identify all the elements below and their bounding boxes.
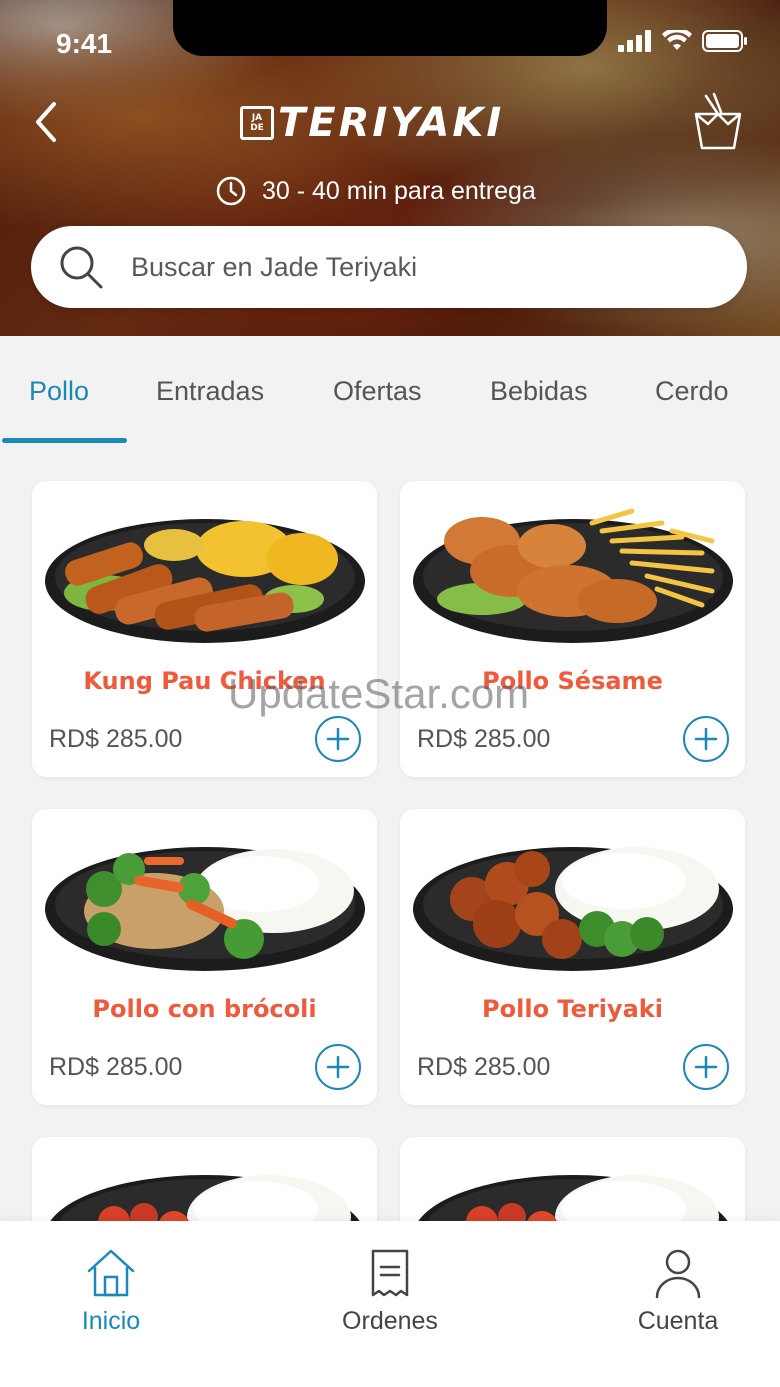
eta-text: 30 - 40 min para entrega — [262, 176, 536, 205]
product-price: RD$ 285.00 — [417, 725, 551, 753]
home-icon — [87, 1249, 135, 1297]
logo-mark: JA DE — [240, 106, 274, 140]
user-icon — [655, 1249, 701, 1299]
add-to-cart-button[interactable] — [315, 1044, 361, 1090]
plus-icon — [326, 727, 350, 751]
clock-icon — [216, 176, 246, 206]
add-to-cart-button[interactable] — [683, 1044, 729, 1090]
add-to-cart-button[interactable] — [315, 716, 361, 762]
takeout-box-icon — [694, 92, 742, 150]
product-price: RD$ 285.00 — [417, 1053, 551, 1081]
device-notch — [173, 0, 607, 56]
plus-icon — [326, 1055, 350, 1079]
logo-mark-top: JA — [251, 113, 263, 123]
tab-bebidas[interactable]: Bebidas — [490, 376, 588, 407]
logo-text: TERIYAKI — [278, 100, 505, 146]
chevron-left-icon — [36, 102, 56, 142]
header-banner: 9:41 JA DE TERIYAKI 30 - 40 min para ent… — [0, 0, 780, 336]
tab-entradas[interactable]: Entradas — [156, 376, 264, 407]
add-to-cart-button[interactable] — [683, 716, 729, 762]
product-card[interactable]: Kung Pau Chicken RD$ 285.00 — [32, 481, 377, 777]
active-tab-indicator — [2, 438, 127, 443]
wifi-icon — [662, 30, 692, 50]
product-card[interactable]: Pollo con brócoli RD$ 285.00 — [32, 809, 377, 1105]
delivery-eta: 30 - 40 min para entrega — [216, 176, 536, 206]
nav-item-cuenta[interactable]: Cuenta — [608, 1247, 748, 1336]
product-card[interactable]: Pollo Teriyaki RD$ 285.00 — [400, 809, 745, 1105]
tab-cerdo[interactable]: Cerdo — [655, 376, 729, 407]
product-name: Kung Pau Chicken — [83, 667, 326, 695]
plus-icon — [694, 1055, 718, 1079]
dish-image — [45, 847, 365, 971]
restaurant-logo: JA DE TERIYAKI — [240, 100, 560, 146]
bottom-nav: Inicio Ordenes Cuenta — [0, 1221, 780, 1387]
dish-image — [45, 519, 365, 643]
product-card[interactable]: Pollo Sésame RD$ 285.00 — [400, 481, 745, 777]
product-name: Pollo con brócoli — [92, 995, 317, 1023]
battery-icon — [702, 30, 747, 52]
logo-mark-bottom: DE — [250, 123, 264, 133]
nav-label-cuenta: Cuenta — [637, 1307, 719, 1335]
search-icon — [60, 246, 103, 289]
category-tabs: Pollo Entradas Ofertas Bebidas Cerdo — [0, 336, 780, 446]
search-bar[interactable] — [31, 226, 747, 308]
status-time: 9:41 — [56, 28, 113, 59]
nav-item-inicio[interactable]: Inicio — [41, 1247, 181, 1336]
tab-ofertas[interactable]: Ofertas — [333, 376, 422, 407]
product-price: RD$ 285.00 — [49, 1053, 183, 1081]
product-name: Pollo Teriyaki — [482, 995, 663, 1023]
back-button[interactable] — [30, 100, 66, 144]
plus-icon — [694, 727, 718, 751]
receipt-icon — [371, 1249, 409, 1297]
nav-item-ordenes[interactable]: Ordenes — [320, 1247, 460, 1336]
dish-image — [413, 508, 733, 643]
status-icons — [618, 30, 748, 52]
dish-image — [413, 847, 733, 971]
product-price: RD$ 285.00 — [49, 725, 183, 753]
product-name: Pollo Sésame — [482, 667, 663, 695]
signal-icon — [618, 30, 651, 52]
nav-label-inicio: Inicio — [81, 1307, 141, 1335]
nav-label-ordenes: Ordenes — [342, 1307, 438, 1335]
cart-button[interactable] — [688, 92, 748, 152]
tab-pollo[interactable]: Pollo — [29, 376, 89, 407]
search-input[interactable] — [131, 251, 711, 283]
